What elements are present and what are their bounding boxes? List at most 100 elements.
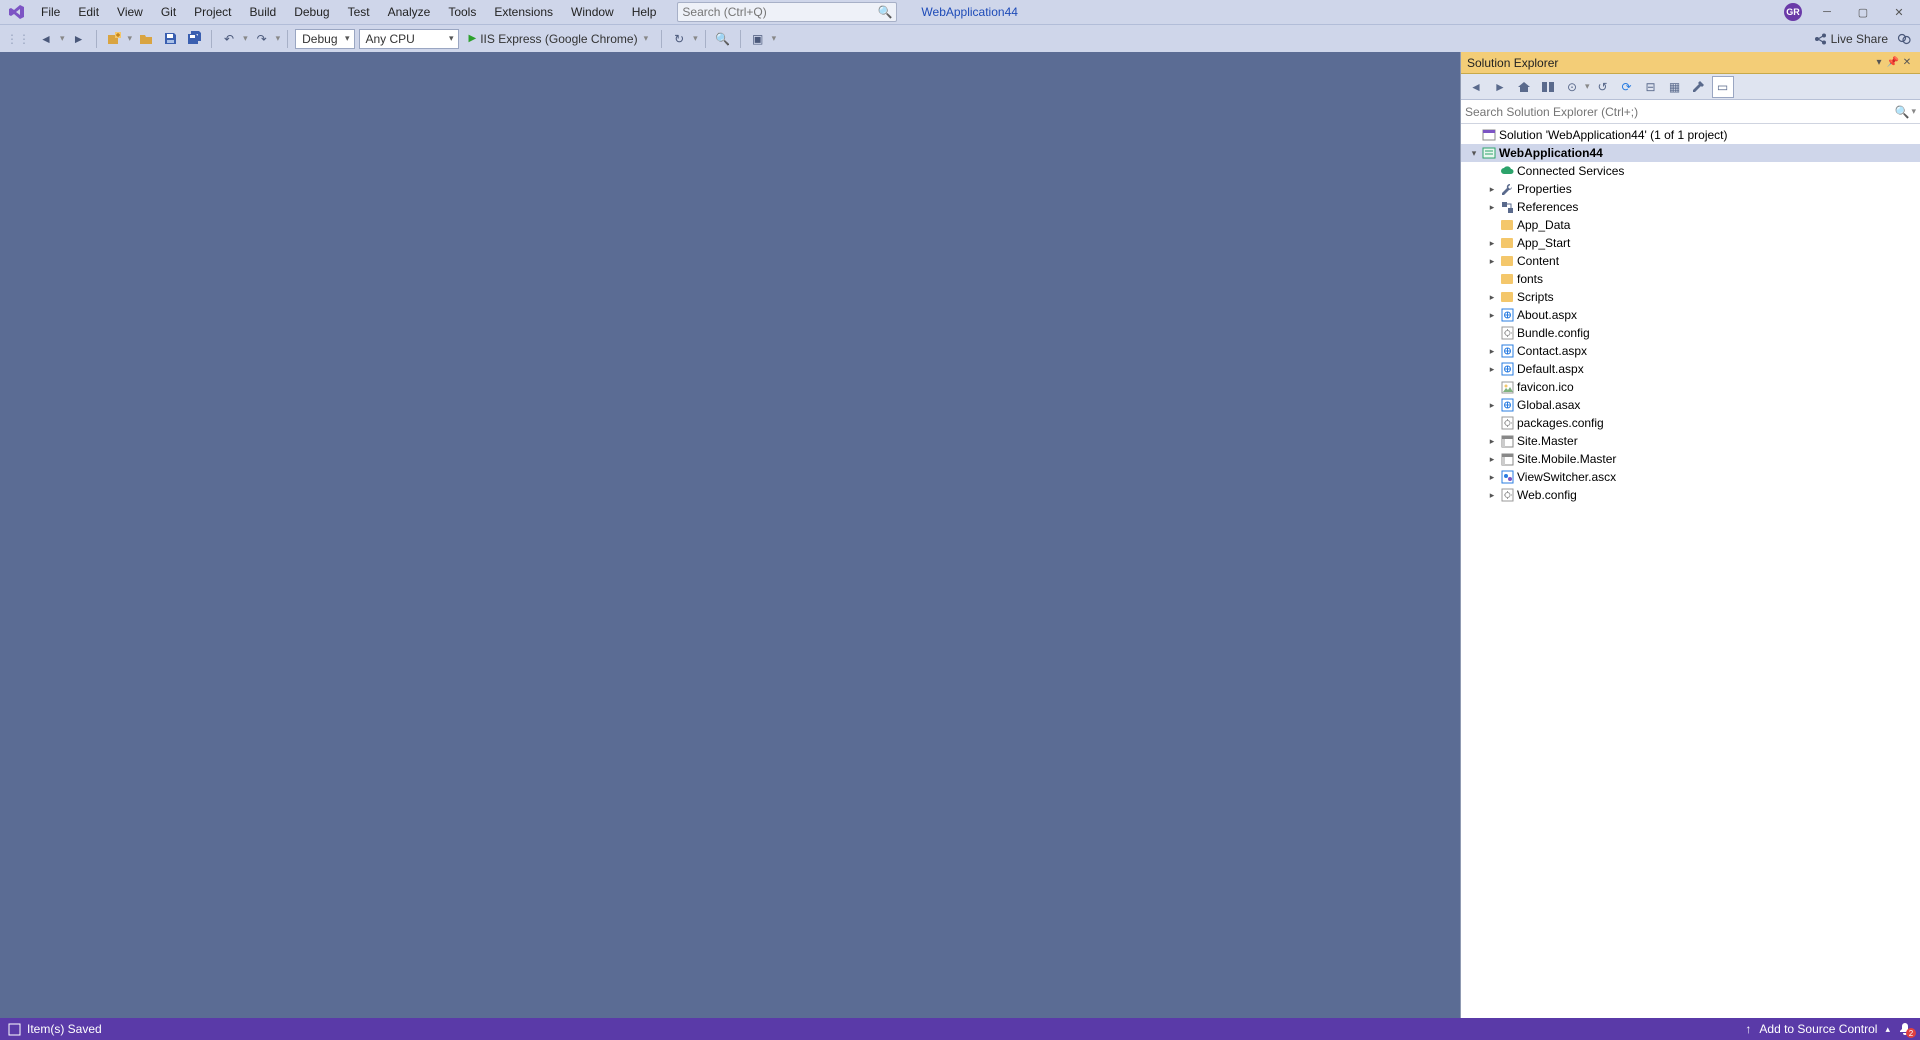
tree-twisty-icon[interactable]: ▸ xyxy=(1485,292,1499,303)
se-refresh-button[interactable]: ⟳ xyxy=(1616,76,1638,98)
save-button[interactable] xyxy=(160,29,180,49)
live-share-label: Live Share xyxy=(1831,32,1888,46)
undo-button[interactable]: ↶ xyxy=(219,29,239,49)
tree-item[interactable]: ▾WebApplication44 xyxy=(1461,144,1920,162)
tree-item[interactable]: favicon.ico xyxy=(1461,378,1920,396)
tree-item[interactable]: ▸Site.Master xyxy=(1461,432,1920,450)
menu-edit[interactable]: Edit xyxy=(69,2,108,22)
se-pending-changes-filter-button[interactable]: ⊙ xyxy=(1561,76,1583,98)
tree-item[interactable]: ▸Properties xyxy=(1461,180,1920,198)
se-properties-button[interactable] xyxy=(1688,76,1710,98)
se-forward-button[interactable]: ► xyxy=(1489,76,1511,98)
menu-git[interactable]: Git xyxy=(152,2,185,22)
se-back-button[interactable]: ◄ xyxy=(1465,76,1487,98)
solution-platform-dropdown[interactable]: Any CPU xyxy=(359,29,459,49)
tree-item[interactable]: Connected Services xyxy=(1461,162,1920,180)
tree-item[interactable]: ▸Global.asax xyxy=(1461,396,1920,414)
nav-back-button[interactable]: ◄ xyxy=(36,29,56,49)
live-share-button[interactable]: Live Share xyxy=(1813,32,1888,46)
chevron-down-icon[interactable]: ▾ xyxy=(1911,106,1916,117)
tree-item[interactable]: App_Data xyxy=(1461,216,1920,234)
solution-config-dropdown[interactable]: Debug xyxy=(295,29,354,49)
tree-item[interactable]: packages.config xyxy=(1461,414,1920,432)
se-sync-button[interactable]: ↺ xyxy=(1592,76,1614,98)
save-all-button[interactable] xyxy=(184,29,204,49)
tree-twisty-icon[interactable]: ▸ xyxy=(1485,310,1499,321)
panel-options-button[interactable]: ▾ xyxy=(1872,57,1886,68)
tree-item[interactable]: ▸App_Start xyxy=(1461,234,1920,252)
menu-extensions[interactable]: Extensions xyxy=(485,2,562,22)
menu-project[interactable]: Project xyxy=(185,2,240,22)
menu-tools[interactable]: Tools xyxy=(439,2,485,22)
tree-item[interactable]: ▸Scripts xyxy=(1461,288,1920,306)
tree-twisty-icon[interactable]: ▸ xyxy=(1485,472,1499,483)
tree-twisty-icon[interactable]: ▸ xyxy=(1485,454,1499,465)
se-switch-views-button[interactable] xyxy=(1537,76,1559,98)
title-search-box[interactable]: 🔍 xyxy=(677,2,897,22)
tree-twisty-icon[interactable]: ▸ xyxy=(1485,436,1499,447)
menu-file[interactable]: File xyxy=(32,2,69,22)
tree-item[interactable]: ▸Contact.aspx xyxy=(1461,342,1920,360)
menu-debug[interactable]: Debug xyxy=(285,2,338,22)
user-avatar[interactable]: GR xyxy=(1784,3,1802,21)
tree-node-label: Default.aspx xyxy=(1517,362,1584,376)
tree-item[interactable]: Bundle.config xyxy=(1461,324,1920,342)
menu-analyze[interactable]: Analyze xyxy=(379,2,440,22)
chevron-down-icon[interactable]: ▾ xyxy=(644,33,649,44)
start-debug-button[interactable]: ▶ IIS Express (Google Chrome) ▾ xyxy=(463,29,655,49)
panel-close-button[interactable]: ✕ xyxy=(1900,57,1914,68)
find-button[interactable]: 🔍 xyxy=(713,29,733,49)
feedback-button[interactable] xyxy=(1894,29,1914,49)
tree-item[interactable]: ▸ Default.aspx xyxy=(1461,360,1920,378)
add-to-source-control-button[interactable]: Add to Source Control xyxy=(1759,1022,1877,1036)
menu-window[interactable]: Window xyxy=(562,2,623,22)
solution-explorer-search-input[interactable] xyxy=(1465,105,1895,119)
tree-twisty-icon[interactable]: ▸ xyxy=(1485,184,1499,195)
se-collapse-all-button[interactable]: ⊟ xyxy=(1640,76,1662,98)
se-preview-button[interactable]: ▭ xyxy=(1712,76,1734,98)
nav-forward-button[interactable]: ► xyxy=(69,29,89,49)
chevron-up-icon[interactable]: ▴ xyxy=(1885,1024,1890,1035)
menu-test[interactable]: Test xyxy=(339,2,379,22)
tree-twisty-icon[interactable]: ▸ xyxy=(1485,256,1499,267)
window-minimize-button[interactable]: ─ xyxy=(1816,6,1838,18)
tree-item[interactable]: ▸Content xyxy=(1461,252,1920,270)
tree-item[interactable]: ▸References xyxy=(1461,198,1920,216)
menu-view[interactable]: View xyxy=(108,2,152,22)
tree-item[interactable]: fonts xyxy=(1461,270,1920,288)
panel-pin-button[interactable]: 📌 xyxy=(1886,57,1900,68)
tree-item[interactable]: ▸About.aspx xyxy=(1461,306,1920,324)
tree-twisty-icon[interactable]: ▸ xyxy=(1485,490,1499,501)
se-show-all-files-button[interactable]: ▦ xyxy=(1664,76,1686,98)
tree-twisty-icon[interactable]: ▸ xyxy=(1485,400,1499,411)
tree-item[interactable]: ▸Site.Mobile.Master xyxy=(1461,450,1920,468)
notifications-button[interactable]: 2 xyxy=(1898,1022,1912,1036)
menu-help[interactable]: Help xyxy=(623,2,666,22)
toolbar-separator xyxy=(740,30,741,48)
window-maximize-button[interactable]: ▢ xyxy=(1852,6,1874,19)
tree-twisty-icon[interactable]: ▸ xyxy=(1485,202,1499,213)
solution-tree[interactable]: Solution 'WebApplication44' (1 of 1 proj… xyxy=(1461,124,1920,1018)
tree-twisty-icon[interactable]: ▸ xyxy=(1485,238,1499,249)
redo-button[interactable]: ↷ xyxy=(252,29,272,49)
new-project-button[interactable] xyxy=(104,29,124,49)
tree-node-icon xyxy=(1481,145,1497,161)
solution-explorer-search[interactable]: 🔍 ▾ xyxy=(1461,100,1920,124)
tree-twisty-icon[interactable]: ▸ xyxy=(1485,346,1499,357)
tree-twisty-icon[interactable]: ▾ xyxy=(1467,148,1481,159)
tree-item[interactable]: Solution 'WebApplication44' (1 of 1 proj… xyxy=(1461,126,1920,144)
tree-twisty-icon[interactable]: ▸ xyxy=(1485,364,1499,375)
tree-item[interactable]: ▸ViewSwitcher.ascx xyxy=(1461,468,1920,486)
tree-node-icon xyxy=(1499,361,1515,377)
tree-item[interactable]: ▸Web.config xyxy=(1461,486,1920,504)
tree-node-icon xyxy=(1499,289,1515,305)
image-tools-button[interactable]: ▣ xyxy=(748,29,768,49)
title-search-input[interactable] xyxy=(682,5,877,19)
solution-explorer-titlebar[interactable]: Solution Explorer ▾ 📌 ✕ xyxy=(1461,52,1920,74)
tree-node-icon xyxy=(1499,343,1515,359)
open-file-button[interactable] xyxy=(136,29,156,49)
menu-build[interactable]: Build xyxy=(241,2,286,22)
window-close-button[interactable]: ✕ xyxy=(1888,6,1910,19)
browser-link-refresh-button[interactable]: ↻ xyxy=(669,29,689,49)
se-home-button[interactable] xyxy=(1513,76,1535,98)
